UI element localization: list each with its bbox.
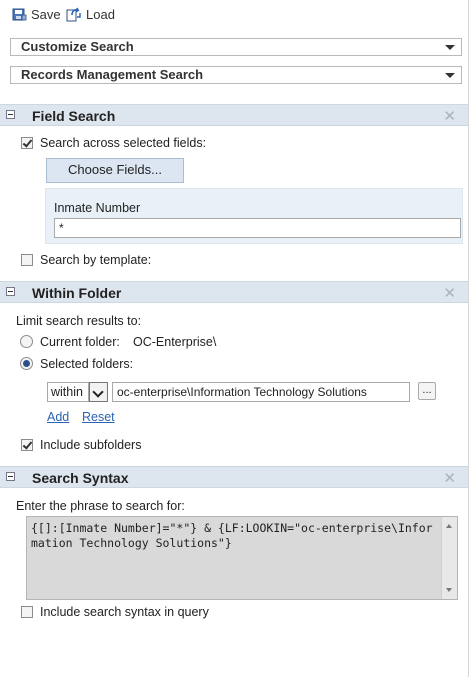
search-syntax-title: Search Syntax [32, 470, 129, 486]
close-icon[interactable]: ✕ [443, 284, 456, 302]
within-folder-title: Within Folder [32, 285, 122, 301]
search-by-template-checkbox[interactable] [21, 254, 33, 266]
include-subfolders-label: Include subfolders [40, 438, 142, 452]
search-by-template-label: Search by template: [40, 253, 152, 267]
customize-search-dropdown[interactable]: Customize Search [10, 38, 462, 56]
collapse-icon[interactable] [6, 110, 15, 119]
selected-folders-radio[interactable] [20, 357, 33, 370]
load-button[interactable]: Load [66, 7, 115, 22]
syntax-prompt-label: Enter the phrase to search for: [16, 499, 185, 513]
inmate-number-label: Inmate Number [54, 201, 141, 215]
field-search-header: Field Search ✕ [0, 104, 468, 126]
close-icon[interactable]: ✕ [443, 107, 456, 125]
within-folder-header: Within Folder ✕ [0, 281, 468, 303]
scroll-up-icon[interactable] [446, 524, 452, 528]
include-subfolders-checkbox[interactable] [21, 439, 33, 451]
search-across-fields-label: Search across selected fields: [40, 136, 207, 150]
load-label: Load [86, 7, 115, 22]
limit-results-label: Limit search results to: [16, 314, 142, 328]
load-arrows-icon [66, 7, 82, 22]
include-syntax-checkbox[interactable] [21, 606, 33, 618]
panel-right-border [468, 0, 469, 677]
customize-search-label: Customize Search [21, 39, 134, 54]
selected-folders-label: Selected folders: [40, 357, 134, 371]
collapse-icon[interactable] [6, 287, 15, 296]
chevron-down-icon[interactable] [89, 382, 108, 402]
save-disk-icon [12, 7, 27, 22]
include-syntax-label: Include search syntax in query [40, 605, 209, 619]
close-icon[interactable]: ✕ [443, 469, 456, 487]
reset-folder-link[interactable]: Reset [82, 410, 115, 424]
syntax-scrollbar[interactable] [441, 517, 457, 599]
scroll-down-icon[interactable] [446, 588, 452, 592]
folder-path-input[interactable]: oc-enterprise\Information Technology Sol… [112, 382, 410, 402]
dropdown-arrow-icon [445, 73, 455, 78]
save-button[interactable]: Save [12, 7, 61, 22]
dropdown-arrow-icon [445, 45, 455, 50]
records-management-search-dropdown[interactable]: Records Management Search [10, 66, 462, 84]
inmate-number-input[interactable]: * [54, 218, 461, 238]
within-select[interactable]: within [47, 382, 89, 402]
search-syntax-textarea[interactable]: {[]:[Inmate Number]="*"} & {LF:LOOKIN="o… [26, 516, 458, 600]
records-management-search-label: Records Management Search [21, 67, 204, 82]
add-folder-link[interactable]: Add [47, 410, 69, 424]
current-folder-value: OC-Enterprise\ [133, 335, 217, 349]
collapse-icon[interactable] [6, 472, 15, 481]
choose-fields-button[interactable]: Choose Fields... [46, 158, 184, 183]
search-syntax-header: Search Syntax ✕ [0, 466, 468, 488]
browse-folder-button[interactable]: ... [418, 382, 436, 400]
current-folder-radio[interactable] [20, 335, 33, 348]
search-across-fields-checkbox[interactable] [21, 137, 33, 149]
current-folder-label: Current folder: [40, 335, 120, 349]
field-search-title: Field Search [32, 108, 116, 124]
save-label: Save [31, 7, 61, 22]
